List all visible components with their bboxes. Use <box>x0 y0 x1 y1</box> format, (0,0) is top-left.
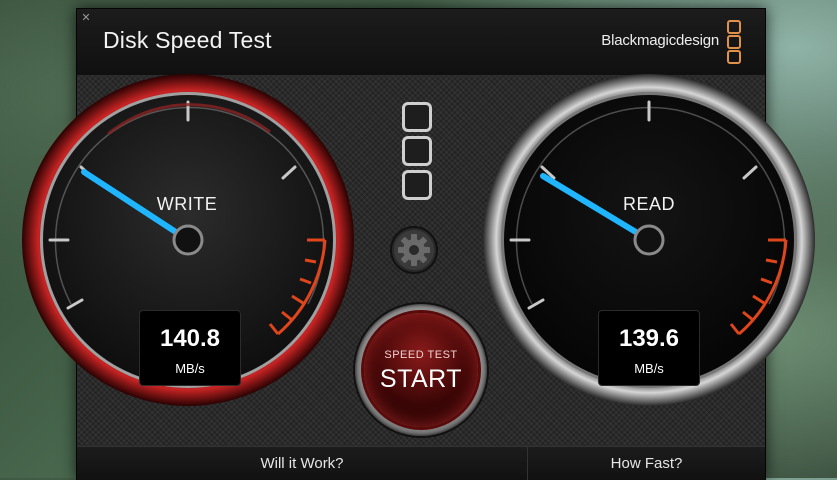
footer-tabs: Will it Work? How Fast? <box>77 446 765 480</box>
window-title: Disk Speed Test <box>103 27 272 53</box>
read-speed-value: 139.6 <box>618 325 680 352</box>
write-gauge-label: WRITE <box>156 194 218 214</box>
tab-how-fast[interactable]: How Fast? <box>528 447 765 480</box>
write-speed-value: 140.8 <box>159 325 221 352</box>
main-panel: WRITE 140.8 MB/s READ 139.6 MB/s SPEED T… <box>22 74 815 446</box>
read-speed-unit: MB/s <box>634 361 664 376</box>
gear-icon[interactable] <box>390 226 438 274</box>
title-bar: Disk Speed Test Blackmagicdesign <box>77 9 765 76</box>
app-window: Disk Speed Test Blackmagicdesign WRITE 1… <box>22 8 815 480</box>
read-readout: 139.6 MB/s <box>598 310 700 386</box>
start-button-caption: SPEED TEST <box>384 349 458 361</box>
start-button-label: START <box>379 365 463 393</box>
blackmagic-logo-icon <box>727 20 741 65</box>
format-selector-icon[interactable] <box>402 102 432 204</box>
read-needle-hub <box>633 224 665 256</box>
tab-will-it-work[interactable]: Will it Work? <box>77 447 528 480</box>
brand-name: Blackmagicdesign <box>601 32 719 49</box>
write-speed-unit: MB/s <box>175 361 205 376</box>
start-button[interactable]: SPEED TEST START <box>355 304 487 436</box>
close-icon[interactable]: ✕ <box>79 11 93 25</box>
read-gauge-label: READ <box>622 194 675 214</box>
write-needle-hub <box>172 224 204 256</box>
write-readout: 140.8 MB/s <box>139 310 241 386</box>
